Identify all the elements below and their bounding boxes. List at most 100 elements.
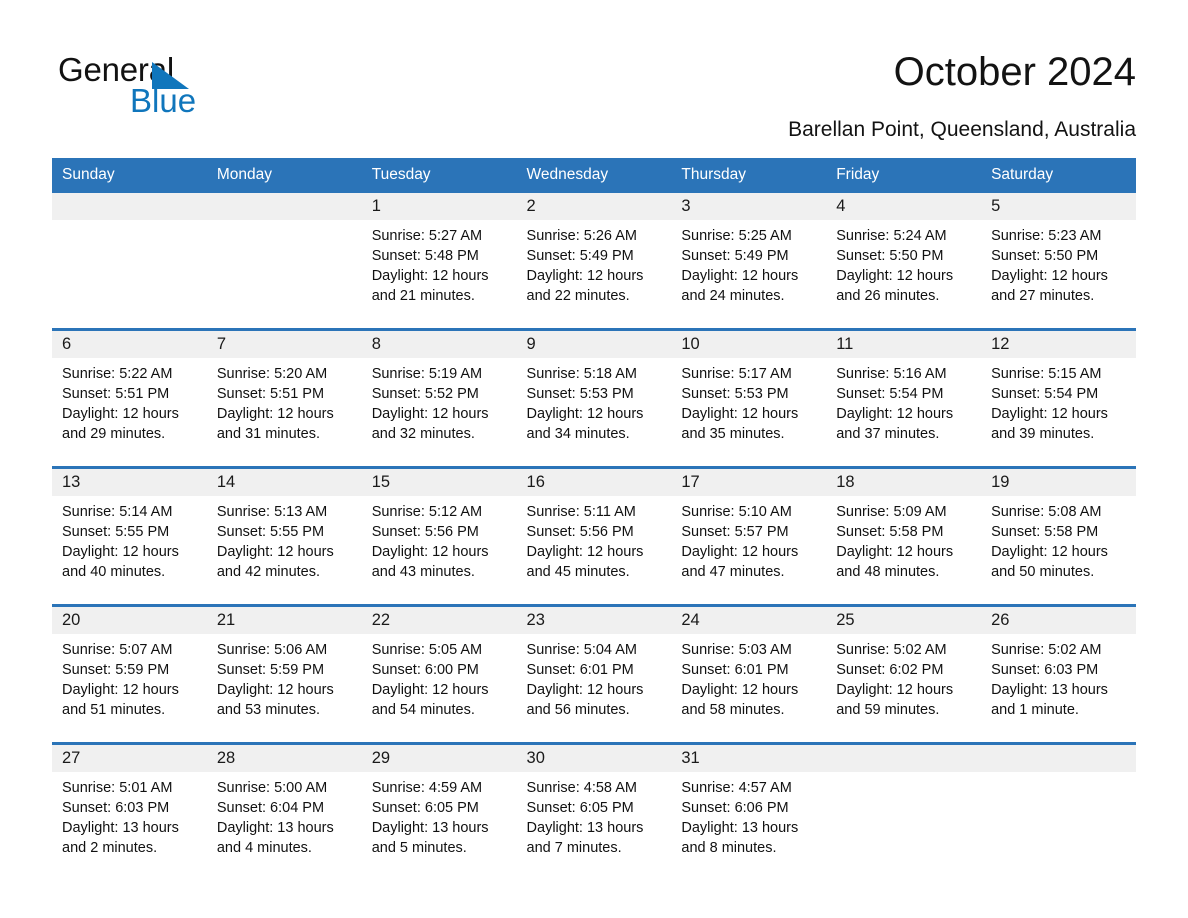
- day-number: 12: [981, 331, 1136, 358]
- weekday-header-monday: Monday: [206, 158, 362, 193]
- calendar-day-cell[interactable]: 1 Sunrise: 5:27 AM Sunset: 5:48 PM Daylight…: [361, 193, 517, 330]
- calendar-day-cell[interactable]: 29 Sunrise: 4:59 AM Sunset: 6:05 PM Dayligh…: [361, 742, 517, 880]
- calendar-table: Sunday Monday Tuesday Wednesday Thursday…: [52, 158, 1136, 880]
- sunset-text: Sunset: 6:04 PM: [216, 800, 325, 816]
- sunset-text: Sunset: 5:58 PM: [991, 524, 1099, 540]
- day-details: Sunrise: 5:14 AM Sunset: 5:55 PM Daylight:…: [52, 496, 207, 582]
- sunrise-text: Sunrise: 5:18 AM: [526, 366, 637, 382]
- sunrise-text: Sunrise: 5:02 AM: [991, 642, 1102, 658]
- calendar-day-cell[interactable]: 22 Sunrise: 5:05 AM Sunset: 6:00 PM Dayligh…: [361, 604, 517, 744]
- sunrise-text: Sunrise: 5:09 AM: [836, 504, 947, 520]
- daylight-text: Daylight: 12 hours and 22 minutes.: [526, 268, 644, 304]
- daylight-text: Daylight: 12 hours and 40 minutes.: [62, 544, 179, 580]
- calendar-day-cell[interactable]: 31 Sunrise: 4:57 AM Sunset: 6:06 PM Dayligh…: [671, 742, 827, 880]
- daylight-text: Daylight: 13 hours and 7 minutes.: [526, 820, 644, 856]
- sunrise-text: Sunrise: 5:04 AM: [526, 642, 637, 658]
- calendar-day-cell[interactable]: 7 Sunrise: 5:20 AM Sunset: 5:51 PM Daylight…: [206, 328, 362, 468]
- calendar-day-cell[interactable]: 15 Sunrise: 5:12 AM Sunset: 5:56 PM Dayligh…: [361, 466, 517, 606]
- sunrise-text: Sunrise: 5:06 AM: [216, 642, 328, 658]
- day-number: 14: [206, 469, 362, 496]
- day-number: 6: [52, 331, 207, 358]
- daylight-text: Daylight: 12 hours and 47 minutes.: [681, 544, 799, 580]
- calendar-day-cell[interactable]: 27 Sunrise: 5:01 AM Sunset: 6:03 PM Dayligh…: [52, 742, 207, 880]
- daylight-text: Daylight: 12 hours and 37 minutes.: [836, 406, 954, 442]
- sunset-text: Sunset: 5:50 PM: [991, 248, 1099, 264]
- calendar-day-cell[interactable]: 11 Sunrise: 5:16 AM Sunset: 5:54 PM Dayligh…: [826, 328, 982, 468]
- day-details: Sunrise: 5:13 AM Sunset: 5:55 PM Daylight:…: [207, 496, 362, 582]
- day-number: 21: [206, 607, 362, 634]
- sunrise-text: Sunrise: 4:57 AM: [681, 780, 792, 796]
- sunrise-text: Sunrise: 5:00 AM: [216, 780, 328, 796]
- day-details: Sunrise: 5:04 AM Sunset: 6:01 PM Daylight:…: [517, 634, 672, 720]
- calendar-day-cell[interactable]: 26 Sunrise: 5:02 AM Sunset: 6:03 PM Dayligh…: [981, 604, 1136, 744]
- day-number: 17: [671, 469, 827, 496]
- calendar-day-cell[interactable]: 10 Sunrise: 5:17 AM Sunset: 5:53 PM Dayligh…: [671, 328, 827, 468]
- day-number: 28: [206, 745, 362, 772]
- day-details: Sunrise: 5:02 AM Sunset: 6:03 PM Daylight:…: [981, 634, 1136, 720]
- day-details: Sunrise: 5:02 AM Sunset: 6:02 PM Daylight:…: [826, 634, 981, 720]
- calendar-day-cell[interactable]: 6 Sunrise: 5:22 AM Sunset: 5:51 PM Daylight…: [52, 328, 207, 468]
- daylight-text: Daylight: 12 hours and 59 minutes.: [836, 682, 954, 718]
- sunset-text: Sunset: 5:54 PM: [836, 386, 944, 402]
- calendar-day-cell[interactable]: 4 Sunrise: 5:24 AM Sunset: 5:50 PM Daylight…: [826, 193, 982, 330]
- sunset-text: Sunset: 6:03 PM: [991, 662, 1099, 678]
- sunset-text: Sunset: 6:05 PM: [371, 800, 479, 816]
- daylight-text: Daylight: 12 hours and 48 minutes.: [836, 544, 954, 580]
- general-blue-logo[interactable]: General Blue: [58, 52, 318, 124]
- calendar-day-cell[interactable]: 17 Sunrise: 5:10 AM Sunset: 5:57 PM Dayligh…: [671, 466, 827, 606]
- day-number: 16: [516, 469, 672, 496]
- calendar-day-cell[interactable]: 24 Sunrise: 5:03 AM Sunset: 6:01 PM Dayligh…: [671, 604, 827, 744]
- day-details: Sunrise: 5:07 AM Sunset: 5:59 PM Daylight:…: [52, 634, 207, 720]
- sunset-text: Sunset: 6:02 PM: [836, 662, 944, 678]
- day-details: Sunrise: 5:09 AM Sunset: 5:58 PM Daylight:…: [826, 496, 981, 582]
- sunset-text: Sunset: 6:00 PM: [371, 662, 479, 678]
- day-details: Sunrise: 5:17 AM Sunset: 5:53 PM Daylight:…: [671, 358, 826, 444]
- calendar-day-cell[interactable]: 14 Sunrise: 5:13 AM Sunset: 5:55 PM Dayligh…: [206, 466, 362, 606]
- daylight-text: Daylight: 13 hours and 1 minute.: [991, 682, 1108, 718]
- day-number: 5: [981, 193, 1136, 220]
- calendar-day-cell[interactable]: 19 Sunrise: 5:08 AM Sunset: 5:58 PM Dayligh…: [981, 466, 1136, 606]
- calendar-day-cell[interactable]: 30 Sunrise: 4:58 AM Sunset: 6:05 PM Dayligh…: [516, 742, 672, 880]
- calendar-day-cell[interactable]: 8 Sunrise: 5:19 AM Sunset: 5:52 PM Daylight…: [361, 328, 517, 468]
- sunset-text: Sunset: 6:03 PM: [62, 800, 170, 816]
- calendar-day-cell[interactable]: 2 Sunrise: 5:26 AM Sunset: 5:49 PM Daylight…: [516, 193, 672, 330]
- sunrise-text: Sunrise: 5:17 AM: [681, 366, 792, 382]
- day-number: 30: [516, 745, 672, 772]
- day-details: Sunrise: 5:05 AM Sunset: 6:00 PM Daylight:…: [362, 634, 517, 720]
- sunrise-text: Sunrise: 5:15 AM: [991, 366, 1102, 382]
- calendar-week-row: 13 Sunrise: 5:14 AM Sunset: 5:55 PM Dayligh…: [52, 466, 1136, 606]
- weekday-header-thursday: Thursday: [671, 158, 827, 193]
- day-number: 4: [826, 193, 982, 220]
- sunset-text: Sunset: 5:54 PM: [991, 386, 1099, 402]
- daylight-text: Daylight: 12 hours and 45 minutes.: [526, 544, 644, 580]
- calendar-day-cell[interactable]: 25 Sunrise: 5:02 AM Sunset: 6:02 PM Dayligh…: [826, 604, 982, 744]
- sunset-text: Sunset: 5:49 PM: [526, 248, 634, 264]
- calendar-day-cell[interactable]: 18 Sunrise: 5:09 AM Sunset: 5:58 PM Dayligh…: [826, 466, 982, 606]
- calendar-day-cell[interactable]: 9 Sunrise: 5:18 AM Sunset: 5:53 PM Daylight…: [516, 328, 672, 468]
- calendar-day-cell[interactable]: 16 Sunrise: 5:11 AM Sunset: 5:56 PM Dayligh…: [516, 466, 672, 606]
- sunrise-text: Sunrise: 5:03 AM: [681, 642, 792, 658]
- calendar-day-cell[interactable]: 12 Sunrise: 5:15 AM Sunset: 5:54 PM Dayligh…: [981, 328, 1136, 468]
- logo-text-blue: Blue: [130, 82, 197, 119]
- calendar-day-cell[interactable]: 5 Sunrise: 5:23 AM Sunset: 5:50 PM Daylight…: [981, 193, 1136, 330]
- sunset-text: Sunset: 5:53 PM: [526, 386, 634, 402]
- calendar-body: 1 Sunrise: 5:27 AM Sunset: 5:48 PM Daylight…: [52, 193, 1136, 880]
- sunrise-text: Sunrise: 5:02 AM: [836, 642, 947, 658]
- sunset-text: Sunset: 5:58 PM: [836, 524, 944, 540]
- sunrise-text: Sunrise: 5:22 AM: [62, 366, 173, 382]
- calendar-day-cell[interactable]: 13 Sunrise: 5:14 AM Sunset: 5:55 PM Dayligh…: [52, 466, 207, 606]
- day-number: [52, 193, 207, 220]
- calendar-day-cell[interactable]: 20 Sunrise: 5:07 AM Sunset: 5:59 PM Dayligh…: [52, 604, 207, 744]
- calendar-day-cell[interactable]: 28 Sunrise: 5:00 AM Sunset: 6:04 PM Dayligh…: [206, 742, 362, 880]
- day-details: Sunrise: 5:03 AM Sunset: 6:01 PM Daylight:…: [671, 634, 826, 720]
- calendar-day-cell[interactable]: 23 Sunrise: 5:04 AM Sunset: 6:01 PM Dayligh…: [516, 604, 672, 744]
- page-subtitle: Barellan Point, Queensland, Australia: [788, 118, 1136, 141]
- calendar-day-cell[interactable]: 21 Sunrise: 5:06 AM Sunset: 5:59 PM Dayligh…: [206, 604, 362, 744]
- day-details: Sunrise: 5:12 AM Sunset: 5:56 PM Daylight:…: [362, 496, 517, 582]
- daylight-text: Daylight: 12 hours and 26 minutes.: [836, 268, 954, 304]
- calendar-week-row: 1 Sunrise: 5:27 AM Sunset: 5:48 PM Daylight…: [52, 193, 1136, 330]
- daylight-text: Daylight: 12 hours and 24 minutes.: [681, 268, 799, 304]
- daylight-text: Daylight: 12 hours and 32 minutes.: [371, 406, 489, 442]
- calendar-day-cell[interactable]: 3 Sunrise: 5:25 AM Sunset: 5:49 PM Daylight…: [671, 193, 827, 330]
- sunset-text: Sunset: 5:53 PM: [681, 386, 789, 402]
